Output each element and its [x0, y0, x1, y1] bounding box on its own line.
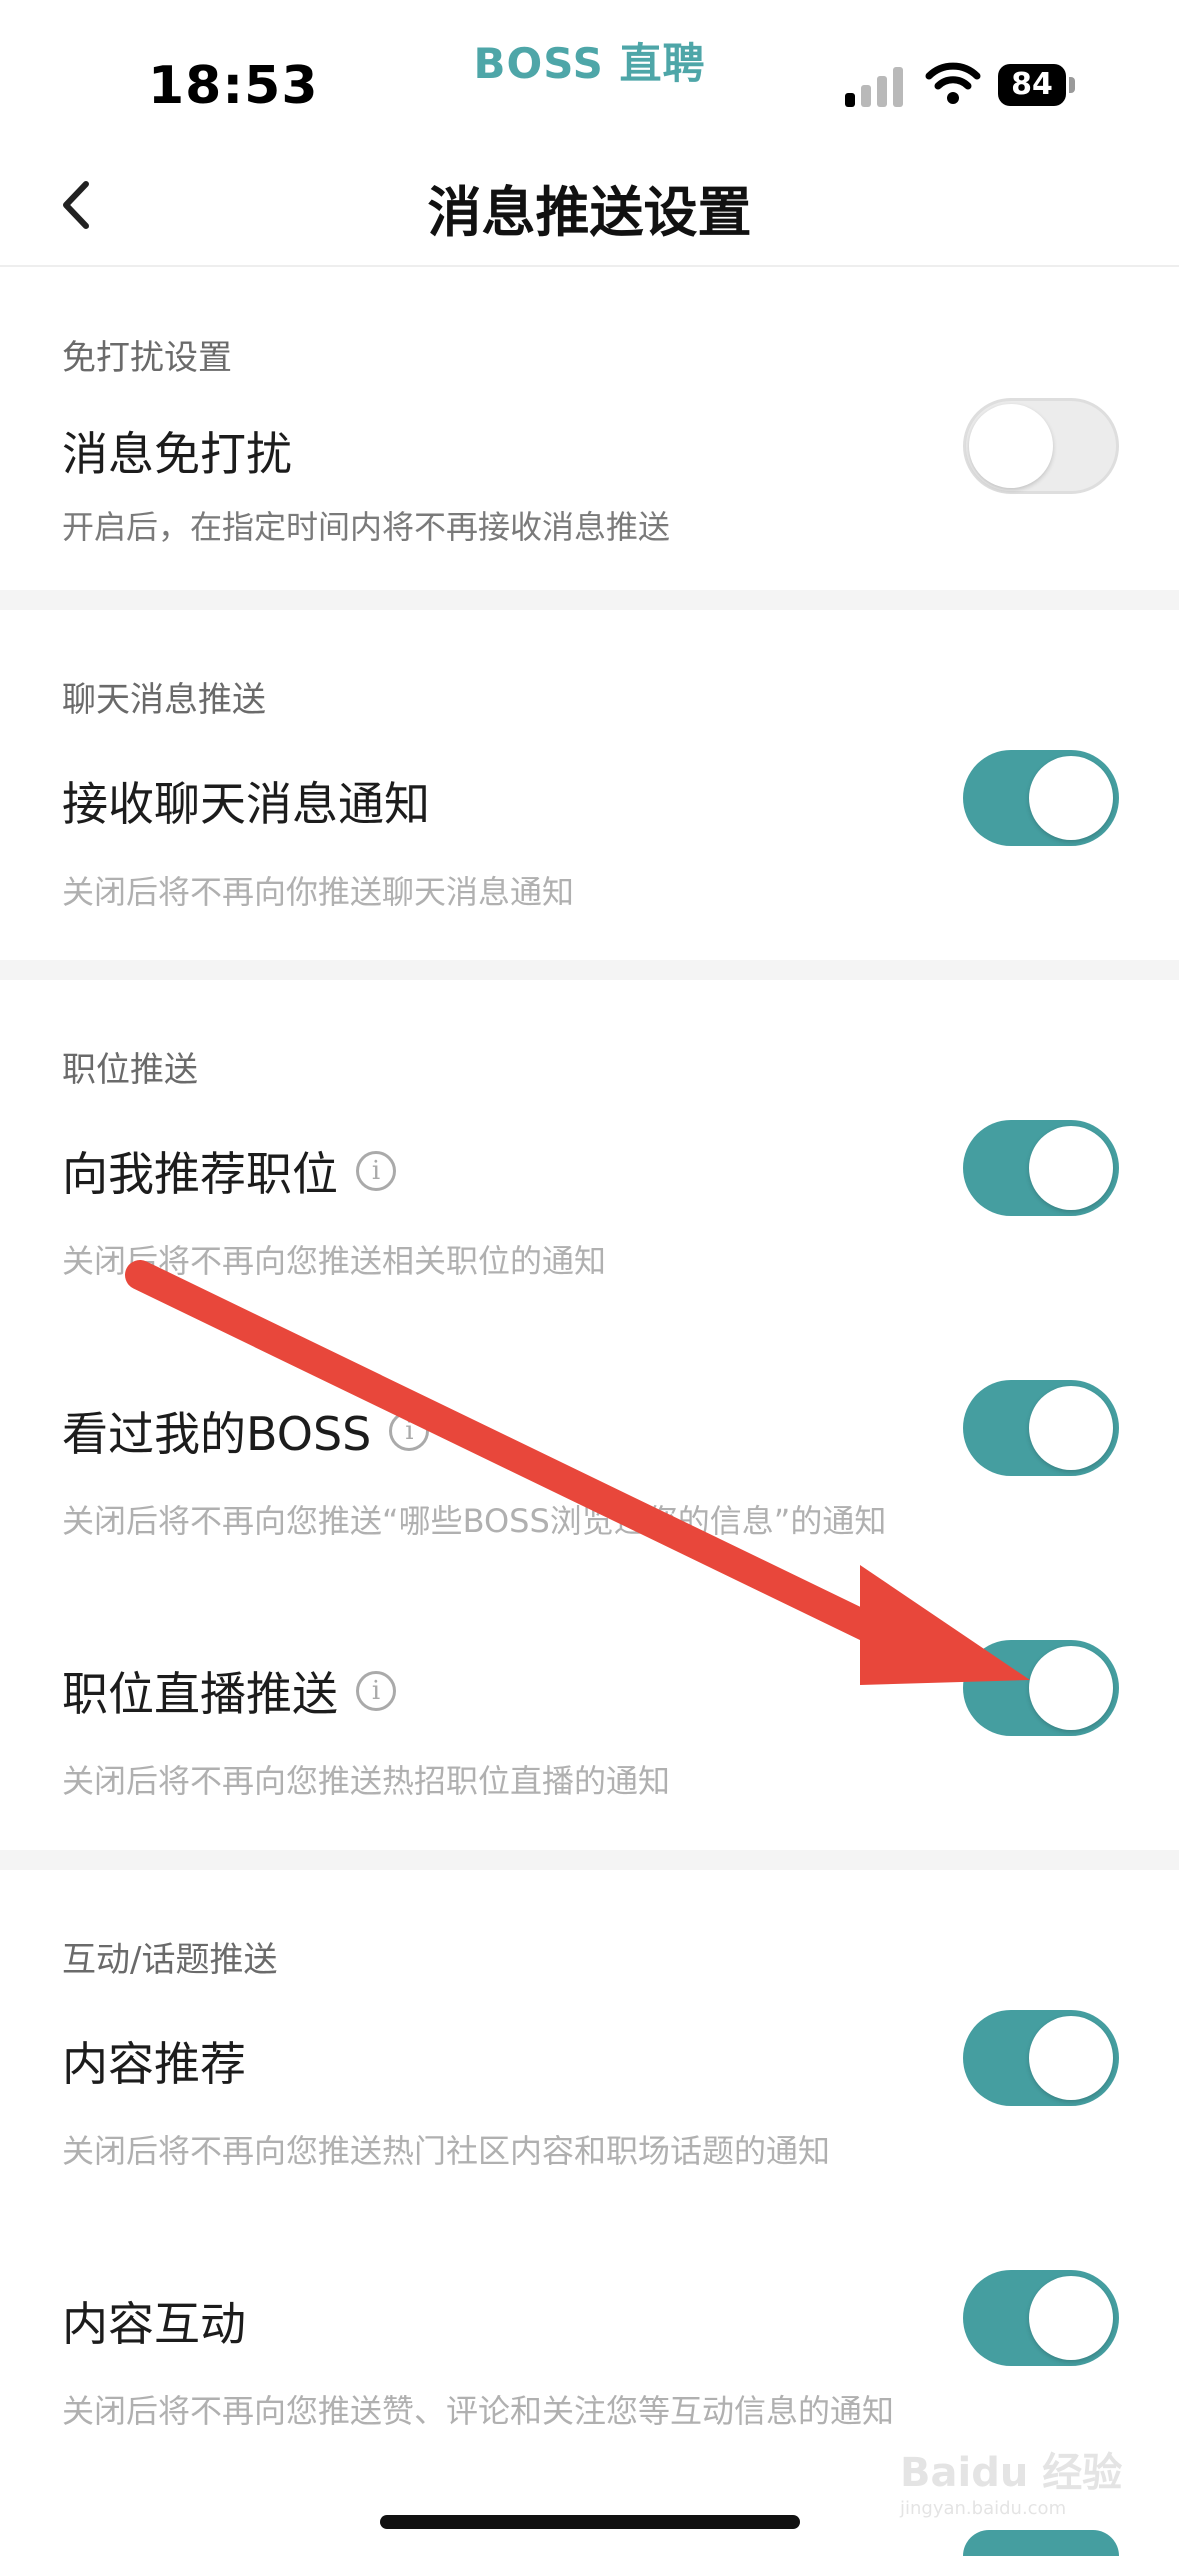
- row-title-viewed-me-boss: 看过我的BOSS i: [62, 1398, 430, 1464]
- toggle-knob: [1029, 1386, 1113, 1470]
- row-subtitle-chat: 关闭后将不再向你推送聊天消息通知: [62, 873, 575, 911]
- page-title: 消息推送设置: [427, 181, 752, 244]
- row-title-text: 职位直播推送: [62, 1667, 338, 1721]
- info-icon[interactable]: i: [389, 1411, 430, 1451]
- row-subtitle-content-interaction: 关闭后将不再向您推送赞、评论和关注您等互动信息的通知: [62, 2392, 895, 2430]
- row-subtitle-job-live: 关闭后将不再向您推送热招职位直播的通知: [62, 1762, 671, 1800]
- status-bar: 18:53 BOSS 直聘 84: [0, 0, 1179, 150]
- row-subtitle-viewed-me-boss: 关闭后将不再向您推送“哪些BOSS浏览过您的信息”的通知: [62, 1502, 887, 1540]
- section-label-jobs: 职位推送: [62, 1050, 198, 1090]
- row-title-chat: 接收聊天消息通知: [62, 777, 430, 831]
- toggle-knob: [1029, 1126, 1113, 1210]
- home-indicator[interactable]: [380, 2515, 800, 2529]
- navigation-bar: 消息推送设置: [0, 150, 1179, 267]
- row-title-content-recommend: 内容推荐: [62, 2037, 246, 2091]
- section-divider: [0, 960, 1179, 980]
- watermark-logo: Baidu 经验 jingyan.baidu.com: [900, 2440, 1160, 2520]
- battery-tip: [1069, 77, 1075, 93]
- row-title-content-interaction: 内容互动: [62, 2297, 246, 2351]
- row-title-recommend-jobs: 向我推荐职位 i: [62, 1138, 396, 1204]
- toggle-knob: [1029, 2276, 1113, 2360]
- toggle-knob: [1029, 2016, 1113, 2100]
- row-subtitle-content-recommend: 关闭后将不再向您推送热门社区内容和职场话题的通知: [62, 2132, 831, 2170]
- watermark-text: Baidu 经验: [900, 2450, 1123, 2496]
- toggle-knob: [1029, 756, 1113, 840]
- toggle-knob: [969, 404, 1053, 488]
- row-title-text: 向我推荐职位: [62, 1147, 338, 1201]
- row-subtitle-dnd: 开启后，在指定时间内将不再接收消息推送: [62, 508, 671, 546]
- next-row-toggle[interactable]: [963, 2530, 1119, 2556]
- row-title-text: 看过我的BOSS: [62, 1407, 372, 1461]
- row-title-dnd: 消息免打扰: [62, 427, 292, 481]
- content-recommend-toggle[interactable]: [963, 2010, 1119, 2106]
- info-icon[interactable]: i: [356, 1671, 396, 1711]
- row-subtitle-recommend-jobs: 关闭后将不再向您推送相关职位的通知: [62, 1242, 607, 1280]
- section-divider: [0, 590, 1179, 610]
- content-interaction-toggle[interactable]: [963, 2270, 1119, 2366]
- dnd-toggle[interactable]: [963, 398, 1119, 494]
- section-label-interaction: 互动/话题推送: [62, 1940, 278, 1980]
- chat-notify-toggle[interactable]: [963, 750, 1119, 846]
- battery-icon: 84: [998, 64, 1066, 106]
- section-divider: [0, 1850, 1179, 1870]
- section-label-dnd: 免打扰设置: [62, 338, 232, 378]
- row-title-job-live: 职位直播推送 i: [62, 1658, 396, 1724]
- toggle-knob: [1029, 1646, 1113, 1730]
- cellular-signal-icon: [845, 65, 905, 107]
- section-label-chat: 聊天消息推送: [62, 680, 266, 720]
- watermark-sub: jingyan.baidu.com: [900, 2498, 1067, 2519]
- viewed-me-boss-toggle[interactable]: [963, 1380, 1119, 1476]
- job-live-toggle[interactable]: [963, 1640, 1119, 1736]
- info-icon[interactable]: i: [356, 1151, 396, 1191]
- wifi-icon: [925, 62, 981, 104]
- recommend-jobs-toggle[interactable]: [963, 1120, 1119, 1216]
